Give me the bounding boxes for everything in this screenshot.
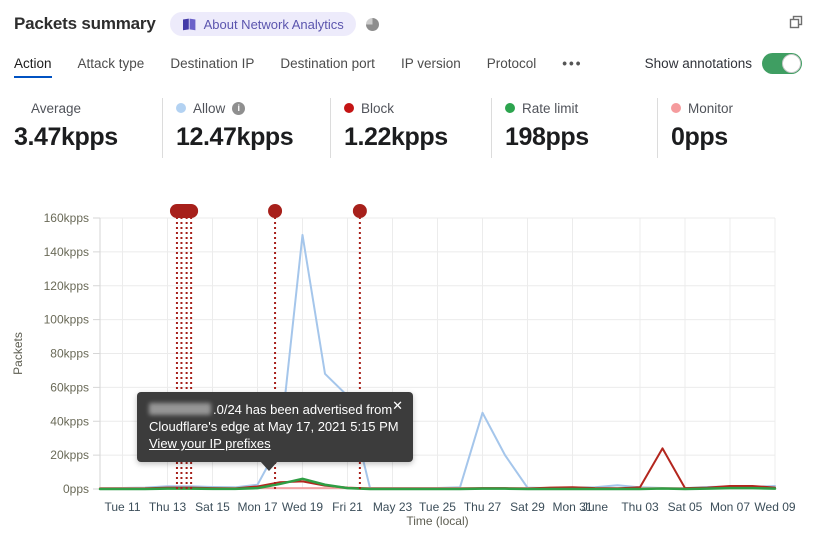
svg-text:Sat 29: Sat 29 [510,500,545,514]
svg-text:60kpps: 60kpps [50,380,89,394]
tab-ip-version[interactable]: IP version [401,56,461,71]
tab-protocol[interactable]: Protocol [487,56,537,71]
svg-text:Mon 07: Mon 07 [710,500,750,514]
svg-text:0pps: 0pps [63,482,89,496]
page-title: Packets summary [14,14,156,33]
stat-label: Block [361,100,395,116]
svg-text:Sat 05: Sat 05 [668,500,703,514]
svg-text:Sat 15: Sat 15 [195,500,230,514]
stat-rate-limit: Rate limit 198pps [505,100,589,152]
book-icon [182,18,195,30]
tooltip-caret [260,461,278,471]
stat-value: 12.47kpps [176,123,294,151]
tabs: Action Attack type Destination IP Destin… [14,56,582,78]
tab-action[interactable]: Action [14,56,52,78]
svg-text:Mon 17: Mon 17 [237,500,277,514]
tab-destination-port[interactable]: Destination port [280,56,375,71]
tab-attack-type[interactable]: Attack type [78,56,145,71]
svg-text:Fri 21: Fri 21 [332,500,363,514]
packets-time-series-chart[interactable]: 0pps 20kpps 40kpps 60kpps 80kpps 100kpps 120kp… [0,180,816,535]
stat-label: Allow [193,100,226,116]
divider [657,98,658,158]
stat-value: 3.47kpps [14,123,118,151]
svg-text:Wed 19: Wed 19 [282,500,323,514]
show-annotations-group: Show annotations [644,52,802,74]
view-ip-prefixes-link[interactable]: View your IP prefixes [149,436,271,451]
svg-text:140kpps: 140kpps [44,245,89,259]
divider [162,98,163,158]
tabs-more-button[interactable]: ••• [562,56,582,71]
copy-panel-icon[interactable] [788,14,804,35]
about-network-analytics-badge[interactable]: About Network Analytics [169,12,356,36]
redacted-ip-prefix [149,403,211,415]
stat-label: Monitor [688,100,734,116]
svg-text:Thu 13: Thu 13 [149,500,187,514]
monitor-dot [671,103,681,113]
svg-text:160kpps: 160kpps [44,211,89,225]
panel-header: Packets summary About Network Analytics [14,10,804,38]
divider [330,98,331,158]
stat-label: Average [31,100,82,116]
show-annotations-label: Show annotations [644,55,752,71]
svg-text:120kpps: 120kpps [44,279,89,293]
toggle-knob [782,53,801,73]
packets-summary-panel: Packets summary About Network Analytics … [0,0,816,545]
svg-text:Time (local): Time (local) [406,514,468,528]
allow-dot [176,103,186,113]
svg-text:Wed 09: Wed 09 [754,500,795,514]
show-annotations-toggle[interactable] [762,52,802,74]
stat-value: 0pps [671,123,728,151]
svg-text:80kpps: 80kpps [50,347,89,361]
svg-text:20kpps: 20kpps [50,448,89,462]
stat-value: 1.22kpps [344,123,448,151]
info-icon[interactable]: i [232,101,246,115]
block-dot [344,103,354,113]
tab-destination-ip[interactable]: Destination IP [170,56,254,71]
tooltip-line-1: .0/24 has been advertised from [149,401,401,418]
annotation-tooltip: ✕ .0/24 has been advertised from Cloudfl… [137,392,413,471]
svg-text:Tue 25: Tue 25 [419,500,456,514]
tooltip-line-2: Cloudflare's edge at May 17, 2021 5:15 P… [149,419,399,434]
svg-text:June: June [582,500,608,514]
svg-text:Thu 27: Thu 27 [464,500,502,514]
stat-average: Average 3.47kpps [14,100,118,152]
svg-text:40kpps: 40kpps [50,414,89,428]
stats-row: Average 3.47kpps Allow i 12.47kpps Block … [0,96,816,166]
tooltip-close-icon[interactable]: ✕ [392,397,403,414]
divider [491,98,492,158]
svg-text:100kpps: 100kpps [44,313,89,327]
stat-monitor: Monitor 0pps [671,100,733,152]
tabs-row: Action Attack type Destination IP Destin… [14,50,802,78]
stat-label: Rate limit [522,100,579,116]
svg-text:Packets: Packets [11,332,25,375]
svg-text:Tue 11: Tue 11 [104,500,140,514]
pie-chart-icon [365,17,379,31]
stat-block: Block 1.22kpps [344,100,448,152]
stat-value: 198pps [505,123,589,151]
badge-label: About Network Analytics [203,16,344,32]
stat-allow: Allow i 12.47kpps [176,100,294,152]
rate-limit-dot [505,103,515,113]
svg-text:Thu 03: Thu 03 [621,500,659,514]
svg-text:May 23: May 23 [373,500,413,514]
